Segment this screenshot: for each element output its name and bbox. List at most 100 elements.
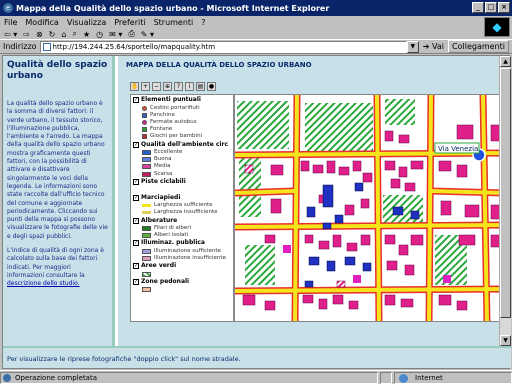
- building: [456, 124, 474, 140]
- building-blue: [306, 206, 316, 218]
- building: [440, 200, 452, 216]
- legend-group-aree-verdi[interactable]: ✓ Aree verdi: [133, 262, 231, 271]
- map-view[interactable]: Via Venezia: [234, 94, 506, 322]
- legend-item: Media: [133, 163, 231, 170]
- window-title: Mappa della Qualità dello spazio urbano …: [16, 3, 330, 13]
- legend-item: Larghezza sufficiente: [133, 202, 231, 209]
- legend-group-illuminazione[interactable]: ✓ Illuminaz. pubblica: [133, 239, 231, 248]
- building: [332, 234, 342, 248]
- legend-item: Eccellente: [133, 149, 231, 156]
- legend-group-alberature[interactable]: ✓ Alberature: [133, 216, 231, 225]
- mail-button[interactable]: ✉ ▾: [109, 30, 122, 39]
- second-paragraph: L'indice di qualità di ogni zona è calco…: [7, 247, 104, 288]
- building: [398, 134, 410, 144]
- menu-bar: File Modifica Visualizza Preferiti Strum…: [0, 16, 512, 28]
- menu-modifica[interactable]: Modifica: [25, 18, 58, 27]
- study-link[interactable]: descrizione dello studio.: [7, 280, 80, 287]
- scroll-thumb[interactable]: [500, 68, 511, 318]
- building-blue: [344, 256, 356, 266]
- info-tool-icon[interactable]: i: [185, 81, 194, 91]
- maximize-button[interactable]: □: [485, 2, 497, 13]
- building: [438, 160, 452, 172]
- building: [270, 164, 284, 176]
- legend-item: Panchine: [133, 112, 231, 119]
- page-title: Qualità dello spazio urbano: [7, 60, 108, 81]
- refresh-button[interactable]: ↻: [49, 30, 56, 39]
- zoom-in-tool-icon[interactable]: +: [141, 81, 150, 91]
- map-canvas[interactable]: Via Venezia: [235, 95, 506, 322]
- print-tool-icon[interactable]: ▤: [196, 81, 205, 91]
- building: [398, 244, 409, 256]
- building: [244, 164, 254, 174]
- print-button[interactable]: ⎙: [128, 29, 134, 39]
- building: [264, 300, 276, 311]
- forward-button[interactable]: ⇨: [23, 30, 30, 39]
- poi-marker: [443, 275, 451, 283]
- building: [410, 234, 424, 246]
- map-hint: Per visualizzare le riprese fotografiche…: [3, 346, 511, 368]
- building-blue: [362, 262, 372, 272]
- building: [410, 160, 424, 170]
- home-button[interactable]: ⌂: [61, 30, 66, 39]
- building: [302, 294, 314, 304]
- menu-strumenti[interactable]: Strumenti: [154, 18, 194, 27]
- legend-group-zone-pedonali[interactable]: ✓ Zone pedonali: [133, 278, 231, 287]
- building-blue: [322, 222, 332, 230]
- zoom-out-tool-icon[interactable]: −: [152, 81, 161, 91]
- building: [312, 164, 324, 174]
- building: [398, 166, 408, 178]
- legend-item: Scarsa: [133, 171, 231, 178]
- building: [386, 260, 398, 271]
- legend-group-qualita[interactable]: ✓ Qualità dell'ambiente circ: [133, 140, 231, 149]
- close-button[interactable]: ×: [498, 2, 510, 13]
- menu-file[interactable]: File: [4, 18, 17, 27]
- legend-group-piste[interactable]: ✓ Piste ciclabili: [133, 178, 231, 187]
- history-button[interactable]: ◷: [96, 30, 103, 39]
- legend-item: Illuminazione sufficiente: [133, 248, 231, 255]
- address-dropdown[interactable]: ▼: [406, 40, 419, 53]
- building: [456, 164, 468, 178]
- poi-marker: [283, 245, 291, 253]
- favorites-button[interactable]: ★: [83, 30, 90, 39]
- pan-tool-icon[interactable]: ✋: [130, 81, 139, 91]
- scroll-up-button[interactable]: ▲: [500, 56, 511, 67]
- help-tool-icon[interactable]: ●: [207, 81, 216, 91]
- building: [456, 300, 468, 311]
- legend-item: Cestini portarifiuti: [133, 105, 231, 112]
- links-button[interactable]: Collegamenti: [448, 40, 509, 53]
- poi-marker: [353, 275, 361, 283]
- identify-tool-icon[interactable]: ?: [174, 81, 183, 91]
- map-title: MAPPA DELLA QUALITÀ DELLO SPAZIO URBANO: [126, 61, 312, 69]
- legend-item: [133, 271, 231, 278]
- search-button[interactable]: ⌕: [72, 29, 76, 39]
- address-value: http://194.244.25.64/sportello/mapqualit…: [52, 42, 216, 51]
- menu-preferiti[interactable]: Preferiti: [114, 18, 145, 27]
- map-scrollbar[interactable]: ▲ ▼: [499, 56, 511, 346]
- building: [384, 160, 396, 171]
- scroll-down-button[interactable]: ▼: [500, 335, 511, 346]
- legend-group-marciapiedi[interactable]: ✓ Marciapiedi: [133, 193, 231, 202]
- stop-button[interactable]: ⊗: [36, 30, 43, 39]
- address-input[interactable]: http://194.244.25.64/sportello/mapqualit…: [39, 40, 407, 53]
- go-button[interactable]: ➔ Vai: [423, 42, 444, 51]
- building-blue: [322, 184, 334, 208]
- menu-help[interactable]: ?: [201, 18, 205, 27]
- building: [338, 166, 350, 176]
- legend-item: [133, 286, 231, 293]
- building: [332, 294, 344, 305]
- legend-item: Fontane: [133, 126, 231, 133]
- building-blue: [326, 260, 336, 272]
- menu-visualizza[interactable]: Visualizza: [67, 18, 106, 27]
- page-icon: [42, 42, 51, 51]
- back-button[interactable]: ⇦ ▾: [4, 30, 17, 39]
- building-blue: [354, 182, 364, 192]
- legend-group-elementi[interactable]: ✓ Elementi puntuali: [133, 96, 231, 105]
- zoom-full-tool-icon[interactable]: ⊕: [163, 81, 172, 91]
- building: [318, 240, 330, 250]
- page-content: Qualità dello spazio urbano La qualità d…: [2, 55, 511, 369]
- legend-item: Illuminazione insufficiente: [133, 255, 231, 262]
- edit-button[interactable]: ✎ ▾: [141, 30, 154, 39]
- window-titlebar: e Mappa della Qualità dello spazio urban…: [0, 0, 512, 16]
- minimize-button[interactable]: _: [472, 2, 484, 13]
- street-label: Via Venezia: [438, 145, 478, 153]
